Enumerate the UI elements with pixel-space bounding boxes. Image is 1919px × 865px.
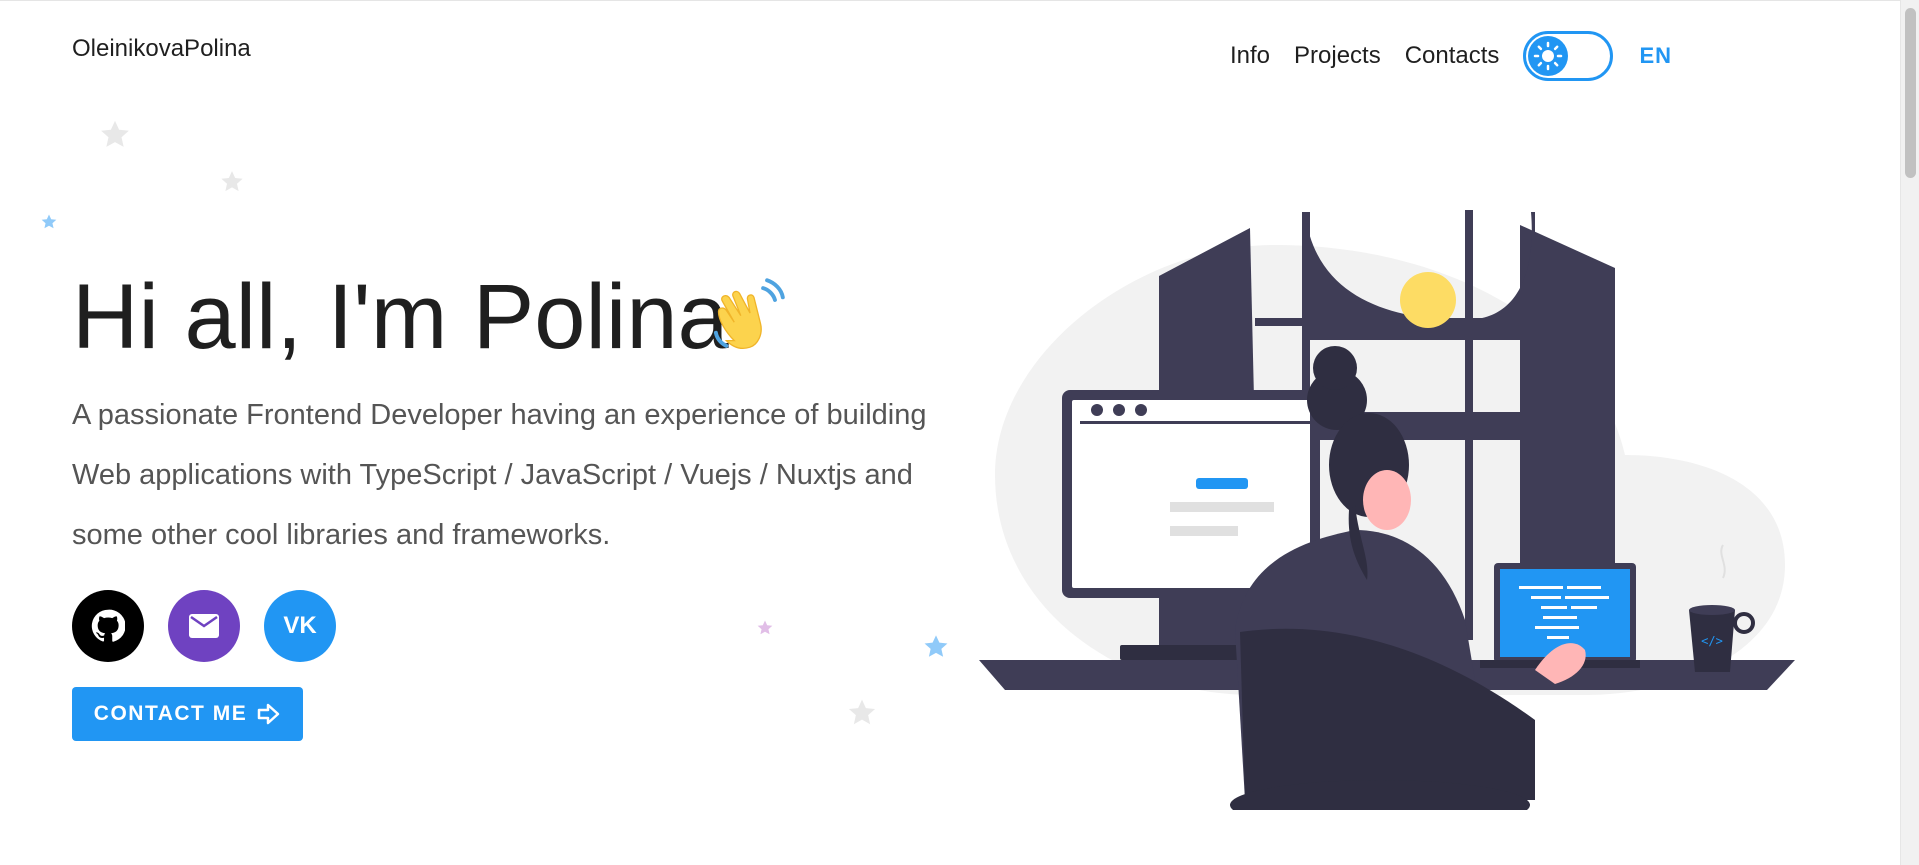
mail-icon bbox=[189, 614, 219, 638]
page-scrollbar[interactable] bbox=[1900, 0, 1919, 865]
github-icon bbox=[91, 609, 125, 642]
vk-button[interactable]: VK bbox=[264, 590, 336, 662]
star-icon bbox=[101, 120, 129, 147]
star-icon bbox=[41, 214, 57, 229]
sun-icon bbox=[1528, 36, 1569, 76]
svg-text:</>: </> bbox=[1701, 634, 1723, 648]
star-icon bbox=[924, 635, 948, 657]
nav-link-projects[interactable]: Projects bbox=[1294, 42, 1381, 70]
star-icon bbox=[848, 699, 876, 725]
waving-hand-icon bbox=[713, 278, 785, 350]
hero-title: Hi all, I'm Polina bbox=[72, 266, 729, 368]
hero-subtitle: A passionate Frontend Developer having a… bbox=[72, 399, 927, 551]
nav-link-info[interactable]: Info bbox=[1230, 42, 1270, 70]
star-icon bbox=[757, 620, 773, 635]
top-border bbox=[0, 0, 1919, 1]
arrow-right-icon bbox=[257, 703, 280, 725]
theme-toggle[interactable] bbox=[1523, 31, 1614, 81]
nav-link-contacts[interactable]: Contacts bbox=[1405, 42, 1500, 70]
scrollbar-thumb[interactable] bbox=[1905, 8, 1916, 178]
star-icon bbox=[221, 171, 243, 192]
main-nav: Info Projects Contacts EN bbox=[1206, 31, 1672, 81]
contact-me-label: CONTACT ME bbox=[93, 702, 248, 725]
developer-illustration: </> bbox=[979, 210, 1795, 810]
contact-me-button[interactable]: CONTACT ME bbox=[72, 687, 303, 741]
email-button[interactable] bbox=[168, 590, 240, 662]
language-switch[interactable]: EN bbox=[1639, 43, 1672, 69]
social-links: VK bbox=[72, 590, 360, 662]
site-logo[interactable]: OleinikovaPolina bbox=[72, 35, 251, 63]
github-button[interactable] bbox=[72, 590, 144, 662]
